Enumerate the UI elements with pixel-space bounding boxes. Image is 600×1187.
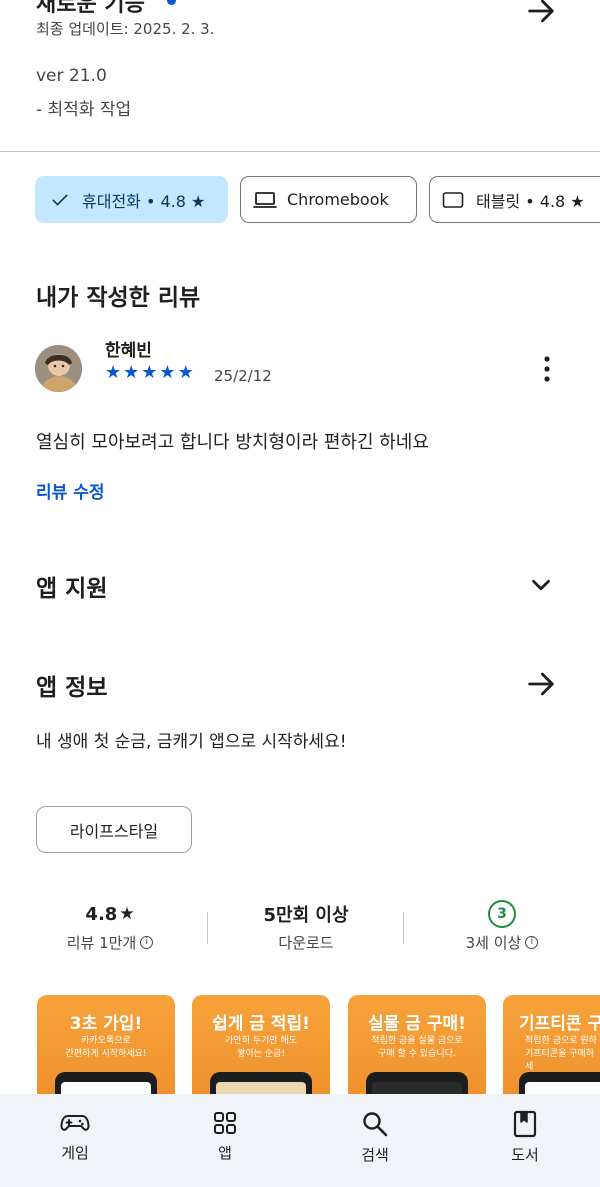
tablet-icon [442,191,464,208]
rating-value: 4.8 [85,903,118,925]
info-icon[interactable]: i [525,936,539,949]
downloads-label: 다운로드 [278,934,334,952]
last-updated-date: 최종 업데이트: 2025. 2. 3. [36,20,215,38]
screenshot-subtitle: 카카오톡으로 간편하게 시작하세요! [65,1036,147,1059]
nav-search[interactable]: 검색 [300,1094,450,1187]
new-indicator-dot [167,0,176,5]
nav-books[interactable]: 도서 [450,1094,600,1187]
screenshot-title: 쉽게 금 적립! [212,1014,310,1034]
app-info-heading[interactable]: 앱 정보 [36,668,108,702]
chip-tablet-label: 태블릿 • 4.8 ★ [476,191,585,211]
review-date: 25/2/12 [214,367,272,385]
chevron-down-icon[interactable] [526,570,556,600]
arrow-right-icon[interactable] [524,667,558,701]
chip-chromebook[interactable]: Chromebook [240,176,417,223]
version-text: ver 21.0 [36,66,107,86]
downloads-value: 5만회 이상 [263,905,349,926]
star-icon: ★ [105,362,122,383]
screenshot-subtitle: 적립한 금으로 원하 기프티콘을 구매하세 [525,1036,597,1072]
nav-apps[interactable]: 앱 [150,1094,300,1187]
stat-rating: 4.8 ★ 리뷰 1만개 i [25,900,195,953]
screenshot-subtitle: 적립한 금을 실물 금으로 구매 할 수 있습니다. [371,1036,463,1059]
age-label: 3세 이상 [465,934,522,952]
screenshot-title: 실물 금 구매! [368,1014,466,1034]
reviewer-name: 한혜빈 [105,341,152,361]
stat-age: 3 3세 이상 i [417,900,587,953]
nav-label: 검색 [361,1146,389,1164]
apps-grid-icon [214,1112,236,1134]
arrow-right-icon[interactable] [524,0,558,28]
whats-new-section: 새로운 기능 최종 업데이트: 2025. 2. 3. ver 21.0 - 최… [0,0,600,152]
info-icon[interactable]: i [140,936,154,949]
avatar [35,345,82,392]
whats-new-title: 새로운 기능 [36,0,145,17]
chip-phone-label: 휴대전화 • 4.8 ★ [82,191,206,211]
screenshot-subtitle: 가만히 두기만 해도 쌓이는 순금! [225,1036,297,1059]
search-icon [363,1112,388,1137]
nav-label: 앱 [218,1144,232,1162]
stat-separator [207,912,208,944]
chip-chromebook-label: Chromebook [287,190,389,209]
check-icon [52,194,68,205]
category-chip[interactable]: 라이프스타일 [36,806,192,853]
nav-games[interactable]: 게임 [0,1094,150,1187]
divider [0,151,600,152]
stat-downloads: 5만회 이상 다운로드 [221,900,391,953]
star-icon: ★ [159,362,176,383]
book-icon [513,1110,537,1138]
update-note: - 최적화 작업 [36,100,132,120]
edit-review-link[interactable]: 리뷰 수정 [36,478,104,503]
nav-label: 게임 [61,1144,89,1162]
stat-separator [403,912,404,944]
review-stars: ★ ★ ★ ★ ★ [105,362,194,384]
age-rating-badge: 3 [488,900,516,928]
star-icon: ★ [177,362,194,383]
chip-tablet[interactable]: 태블릿 • 4.8 ★ [429,176,600,223]
my-review-heading: 내가 작성한 리뷰 [36,285,201,311]
app-support-heading[interactable]: 앱 지원 [36,569,108,603]
bottom-navigation: 게임 앱 검색 도서 [0,1094,600,1187]
star-icon: ★ [123,362,140,383]
screenshot-title: 기프티콘 구 [519,1014,600,1034]
more-vert-icon[interactable] [536,354,558,384]
rating-label: 리뷰 1만개 [66,934,137,952]
gamepad-icon [60,1115,90,1131]
chip-phone[interactable]: 휴대전화 • 4.8 ★ [35,176,228,223]
laptop-icon [253,191,277,208]
nav-label: 도서 [511,1146,539,1164]
star-icon: ★ [119,904,135,924]
review-text: 열심히 모아보려고 합니다 방치형이라 편하긴 하네요 [36,432,429,453]
app-description: 내 생애 첫 순금, 금캐기 앱으로 시작하세요! [36,732,347,752]
star-icon: ★ [141,362,158,383]
screenshot-title: 3초 가입! [69,1014,143,1034]
